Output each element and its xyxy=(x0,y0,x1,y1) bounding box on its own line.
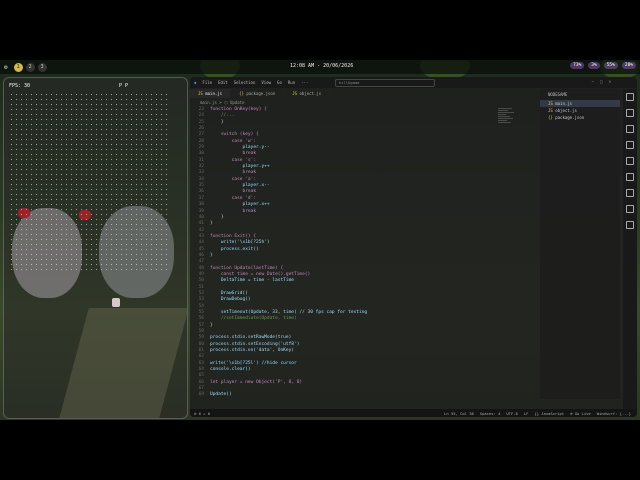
menu-view[interactable]: View xyxy=(261,80,271,85)
line-text: //setImmediate(Update, time) xyxy=(210,316,297,322)
launcher-icon[interactable]: ⚙ xyxy=(4,64,8,71)
go-live-button[interactable]: ⊕ Go Live xyxy=(570,411,591,416)
minimize-icon[interactable]: – xyxy=(592,79,594,84)
clock[interactable]: 12:08 AM - 20/06/2026 xyxy=(290,63,353,69)
game-grid xyxy=(9,92,169,272)
activity-bar xyxy=(623,89,637,417)
fps-counter: FPS: 30 xyxy=(9,83,31,89)
indentation[interactable]: Spaces: 4 xyxy=(480,411,501,416)
close-icon[interactable]: × xyxy=(609,79,611,84)
explorer-icon[interactable] xyxy=(626,93,634,101)
status-bar: ⊗ 0 ⚠ 0 Ln 55, Col 38 Spaces: 4 UTF-8 LF… xyxy=(190,409,637,417)
workspace-3[interactable]: 3 xyxy=(37,62,47,72)
terminal-window[interactable]: FPS: 30 P P xyxy=(3,77,188,419)
docker-icon[interactable] xyxy=(626,221,634,229)
line-text: console.clear() xyxy=(210,367,251,373)
explorer-file-package-json[interactable]: {} package.json xyxy=(540,114,620,121)
line-text: process.exit() xyxy=(210,246,259,252)
character-sprite xyxy=(112,298,120,307)
tab-object-js[interactable]: JS object.js xyxy=(284,89,331,98)
run-debug-icon[interactable] xyxy=(626,141,634,149)
menu-go[interactable]: Go xyxy=(277,80,282,85)
windsurf-status[interactable]: Windsurf: {...} xyxy=(597,411,631,416)
breadcrumb[interactable]: main.js > ⬡ Update xyxy=(200,100,244,105)
top-panel: ⚙ 1 2 3 12:08 AM - 20/06/2026 73% 3% 55%… xyxy=(0,60,640,74)
line-text: DrawDebug() xyxy=(210,297,251,303)
battery-indicator[interactable]: 28% xyxy=(621,62,636,69)
command-search[interactable]: hillOgame xyxy=(335,79,435,87)
line-text: } xyxy=(210,252,213,258)
file-explorer: NODEGAME JS main.js JS object.js {} pack… xyxy=(540,89,620,399)
window-controls: – □ × xyxy=(592,79,611,84)
explorer-file-object-js[interactable]: JS object.js xyxy=(540,107,620,114)
minimap[interactable] xyxy=(498,107,518,167)
menu-file[interactable]: File xyxy=(202,80,212,85)
memory-indicator[interactable]: 3% xyxy=(588,62,600,69)
source-control-icon[interactable] xyxy=(626,125,634,133)
explorer-file-main-js[interactable]: JS main.js xyxy=(540,100,620,107)
code-area[interactable]: 23 function OnKey(key) {24 //... 25 } 26 27 … xyxy=(190,107,520,399)
maximize-icon[interactable]: □ xyxy=(600,79,602,84)
problems-indicator[interactable]: ⊗ 0 ⚠ 0 xyxy=(194,411,210,416)
line-text: process.stdin.on('data', OnKey) xyxy=(210,348,294,354)
player-markers: P P xyxy=(119,83,129,89)
workspace-switcher: 1 2 3 xyxy=(13,62,47,72)
line-number: 68 xyxy=(198,392,204,398)
menu-run[interactable]: Run xyxy=(288,80,295,85)
language-mode[interactable]: {} JavaScript xyxy=(534,411,564,416)
extensions-icon[interactable] xyxy=(626,157,634,165)
workspace-2[interactable]: 2 xyxy=(25,62,35,72)
tab-package-json[interactable]: {} package.json xyxy=(231,89,285,98)
system-tray: 73% 3% 55% 28% xyxy=(570,62,636,69)
menu-selection[interactable]: Selection xyxy=(234,80,256,85)
code-line[interactable]: 68 Update() xyxy=(190,392,520,398)
explorer-title[interactable]: NODEGAME xyxy=(540,89,620,100)
menu-bar: ◆ File Edit Selection View Go Run ··· hi… xyxy=(190,77,637,88)
git-graph-icon[interactable] xyxy=(626,205,634,213)
remote-icon[interactable] xyxy=(626,173,634,181)
line-text: } xyxy=(210,119,224,125)
cpu-indicator[interactable]: 73% xyxy=(570,62,585,69)
line-ending[interactable]: LF xyxy=(524,411,529,416)
line-text: DeltaTime = time - lastTime xyxy=(210,278,294,284)
editor-tabs: JS main.js {} package.json JS object.js xyxy=(190,89,520,98)
testing-icon[interactable] xyxy=(626,189,634,197)
disk-indicator[interactable]: 55% xyxy=(603,62,618,69)
cursor-position[interactable]: Ln 55, Col 38 xyxy=(444,411,474,416)
tab-main-js[interactable]: JS main.js xyxy=(190,89,232,98)
menu-more[interactable]: ··· xyxy=(301,80,308,85)
editor-logo-icon: ◆ xyxy=(194,80,197,85)
menu-edit[interactable]: Edit xyxy=(218,80,228,85)
line-text: } xyxy=(210,221,213,227)
line-text: let player = new Object('P', 0, 0) xyxy=(210,379,303,385)
line-text: } xyxy=(210,322,213,328)
line-text: Update() xyxy=(210,392,232,398)
code-editor-window: ◆ File Edit Selection View Go Run ··· hi… xyxy=(190,77,637,417)
background-path xyxy=(59,308,187,418)
encoding[interactable]: UTF-8 xyxy=(506,411,517,416)
workspace-1[interactable]: 1 xyxy=(13,62,23,72)
search-icon[interactable] xyxy=(626,109,634,117)
